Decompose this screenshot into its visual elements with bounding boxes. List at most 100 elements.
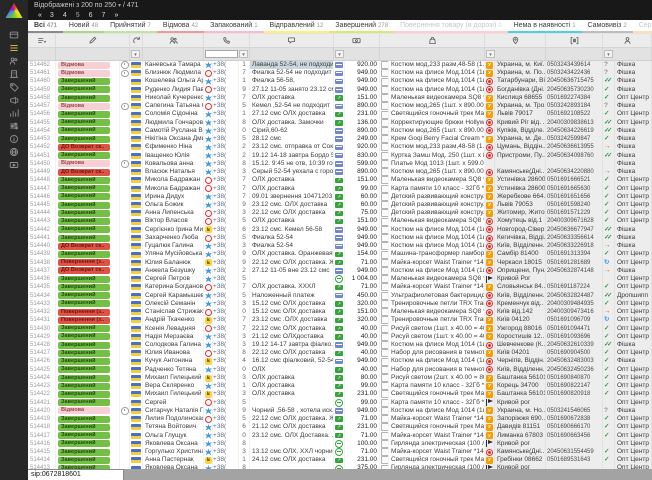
order-row[interactable]: 514460ЗавершенийКошелева Ольга Ар..+38(1… [28,77,652,85]
tab-відмова[interactable]: Відмова42 [157,20,204,33]
page-button-6[interactable]: 6 [89,12,93,19]
order-row[interactable]: 514454ЗавершенийСамотій Руслана Во..+38(… [28,127,652,135]
order-row[interactable]: 514450ВідмоваКовальова анна+38(815.12. 9… [28,160,652,168]
order-row[interactable]: 514440ДО Возврат ск..Гуцалюк Галина+38(3… [28,242,652,250]
page-button-7[interactable]: 7 [102,12,106,19]
column-header-source[interactable] [130,34,143,47]
order-row[interactable]: 514429ЗавершенийНадія Мерзаєва+38(321.12… [28,333,652,341]
filter-dropdown-source[interactable]: ▼ [131,50,140,58]
order-row[interactable]: 514419ЗавершенийЛилия Подолинская+38(522… [28,415,652,423]
order-row[interactable]: 514457ВідмоваСапегина Татьяна С..+38(5Ке… [28,102,652,110]
order-row[interactable]: 514416ЗавершенийЯковлева Оксана+38(8100.… [28,440,652,448]
order-row[interactable]: 514448ЗавершенийМикола Бадражан+38(7ОЛХ … [28,176,652,184]
delivery-address: Львів 79053 [495,201,546,209]
sales-channel: Фішка [615,407,652,415]
order-row[interactable]: 514442ЗавершенийСергієнко Ірина Ми..lc+3… [28,226,652,234]
order-row[interactable]: 514446ЗавершенийИрина Дидух+38(709.01 зв… [28,193,652,201]
order-row[interactable]: 514437ДО Возврат ск..Анжела Безушку+38(2… [28,267,652,275]
filter-dropdown-sum[interactable]: ▼ [335,50,344,58]
tab-сервіси[interactable]: Сервіси0 [633,20,652,33]
tab-повернення-товару-в-дорозі-[interactable]: Повернення товару (в дорозі)0 [394,20,508,33]
sidebar-item-browser[interactable] [4,145,24,158]
order-row[interactable]: 514438Повернення (з..Юлия Баланюкlc+38(9… [28,259,652,267]
order-row[interactable]: 514461ВідмоваБлизнюк Людмила ..+38(7Фиал… [28,69,652,77]
order-row[interactable]: 514453ЗавершенийНікітіна Оксана Дми..+38… [28,135,652,143]
filter-dropdown-manager[interactable]: ▼ [604,50,613,58]
sidebar-item-dashboard[interactable] [4,28,24,41]
order-row[interactable]: 514422ЗавершенийМихаил Гилецькийlc+38(3О… [28,390,652,398]
order-row[interactable]: 514443ЗавершенийВіктор Власов+38(5ОЛХ до… [28,217,652,225]
order-row[interactable]: 514415ЗавершенийГоргулько Христина..+38(… [28,448,652,456]
column-header-client[interactable] [143,34,204,47]
order-row[interactable]: 514435ЗавершенийКатерина Богданова+38(7О… [28,283,652,291]
column-header-manager[interactable] [603,34,652,47]
order-row[interactable]: 514439ЗавершенийУляна Мусійовська+38(9ОЛ… [28,250,652,258]
call-count: 2 [239,267,250,275]
app-logo-icon[interactable] [6,3,23,18]
column-header-comment[interactable] [250,34,334,47]
order-row[interactable]: 514418ЗавершенийТетяна Войтович+38(621.1… [28,423,652,431]
order-row[interactable]: 514414ЗавершенийАнна Пастернакlc+38(124.… [28,456,652,464]
sidebar-item-campaigns[interactable] [4,93,24,106]
order-row[interactable]: 514430ЗавершенийКсенія Левадняя+38(722.1… [28,325,652,333]
tab-відправлений[interactable]: Відправлений12 [264,20,330,33]
order-row[interactable]: 514434ЗавершенийСергей Карамышев+38(5Нал… [28,292,652,300]
sidebar-item-company[interactable] [4,67,24,80]
filter-dropdown-phone[interactable]: ▼ [239,50,248,58]
order-row[interactable]: 514452ДО Возврат ск..Єфименко Ніна+38(22… [28,143,652,151]
tab-прийнятий[interactable]: Прийнятий7 [104,20,157,33]
column-header-id[interactable] [28,34,56,47]
order-row[interactable]: 514433ЗавершенийОлексій Семанін+38(315.1… [28,300,652,308]
order-row[interactable]: 514458ЗавершенийНиколай Кучеренко+38(7ОЛ… [28,94,652,102]
tab-завершений[interactable]: Завершений278 [329,20,394,33]
order-row[interactable]: 514445ЗавершенийОльга Божик+38(923.12 см… [28,201,652,209]
sidebar-item-products[interactable] [4,80,24,93]
order-row[interactable]: 514459ЗавершенийРуденко Лидия Пав..+38(9… [28,86,652,94]
order-row[interactable]: 514428ЗавершенийСолодкова Галина В..+38(… [28,341,652,349]
page-size-caret-icon[interactable]: ▾ [118,3,121,9]
order-row[interactable]: 514425ЗавершенийРадченко Тетяна+38(0ОЛХ↗… [28,366,652,374]
last-page-button[interactable]: » [114,12,117,19]
page-button-4[interactable]: 4 [63,12,67,19]
column-header-product[interactable] [380,34,485,47]
order-row[interactable]: 514426ЗавершенийКучук Антонинаlc+38(416.… [28,357,652,365]
sidebar-item-settings[interactable] [4,119,24,132]
prepaid-payment-icon: ↗ [335,202,343,208]
sidebar-item-info[interactable] [4,132,24,145]
sidebar-item-stats[interactable] [4,106,24,119]
order-row[interactable]: 514451ЗавершенийІващенко Юлія+38(219.12 … [28,152,652,160]
order-row[interactable]: 514441ЗавершенийЗахарченко Люба+38(5Фиал… [28,234,652,242]
order-row[interactable]: 514423ЗавершенийВера Скляренко+38(1ОЛХ д… [28,382,652,390]
delivery-service: У [485,333,495,341]
order-row[interactable]: 514421ЗавершенийСергей+38(599.00Карта па… [28,399,652,407]
sidebar-item-orders[interactable] [4,41,24,54]
order-row[interactable]: 514456ЗавершенийСоломія Сідоніна+38(127.… [28,110,652,118]
filter-dropdown-address[interactable]: ▼ [486,50,495,58]
page-button-5[interactable]: 5 [76,12,80,19]
phone-filter-input[interactable] [205,50,238,58]
page-button-3[interactable]: 3 [50,12,54,19]
order-row[interactable]: 514432Повернення (з..Станіслав Стрижак+3… [28,308,652,316]
order-row[interactable]: 514444ЗавершенийАнна Липенська+38(322.12… [28,209,652,217]
tab-запакований[interactable]: Запакований1 [204,20,263,33]
order-row[interactable]: 514436ЗавершенийСергей Петров+38(51 004.… [28,275,652,283]
column-header-phone[interactable] [204,34,250,47]
order-row[interactable]: 514449ДО Возврат ск..Власюк Наталья+38(3… [28,168,652,176]
column-header-address[interactable] [485,34,546,47]
order-row[interactable]: 514431Повернення (з..Андрій Ткаченкоlc+3… [28,316,652,324]
first-page-button[interactable]: « [38,12,41,19]
order-row[interactable]: 514417ЗавершенийОльга Глущук+38(023.12 с… [28,432,652,440]
order-row[interactable]: 514462ВідмоваКаневська Тамара ..+38(1Лав… [28,61,652,69]
order-row[interactable]: 514424ЗавершенийМихаил Гилецькийlc+38(3О… [28,374,652,382]
order-row[interactable]: 514420ВідмоваСитарчук Наталія Гр..+38(9Ч… [28,407,652,415]
column-header-sum[interactable] [334,34,380,47]
sidebar-item-clients[interactable] [4,54,24,67]
tab-новий[interactable]: Новий48 [63,20,104,33]
sidebar-item-video[interactable] [4,158,24,171]
order-row[interactable]: 514427ЗавершенийЮлия Иванова+38(822.12 с… [28,349,652,357]
order-row[interactable]: 514447ЗавершенийМикола Бадражан+38(7ОЛХ … [28,185,652,193]
order-row[interactable]: 514455ЗавершенийЛюдмила Гончарова+38(8ОЛ… [28,119,652,127]
status-badge: Завершений [58,284,110,291]
column-header-status[interactable] [56,34,130,47]
column-header-ttn[interactable] [546,34,603,47]
